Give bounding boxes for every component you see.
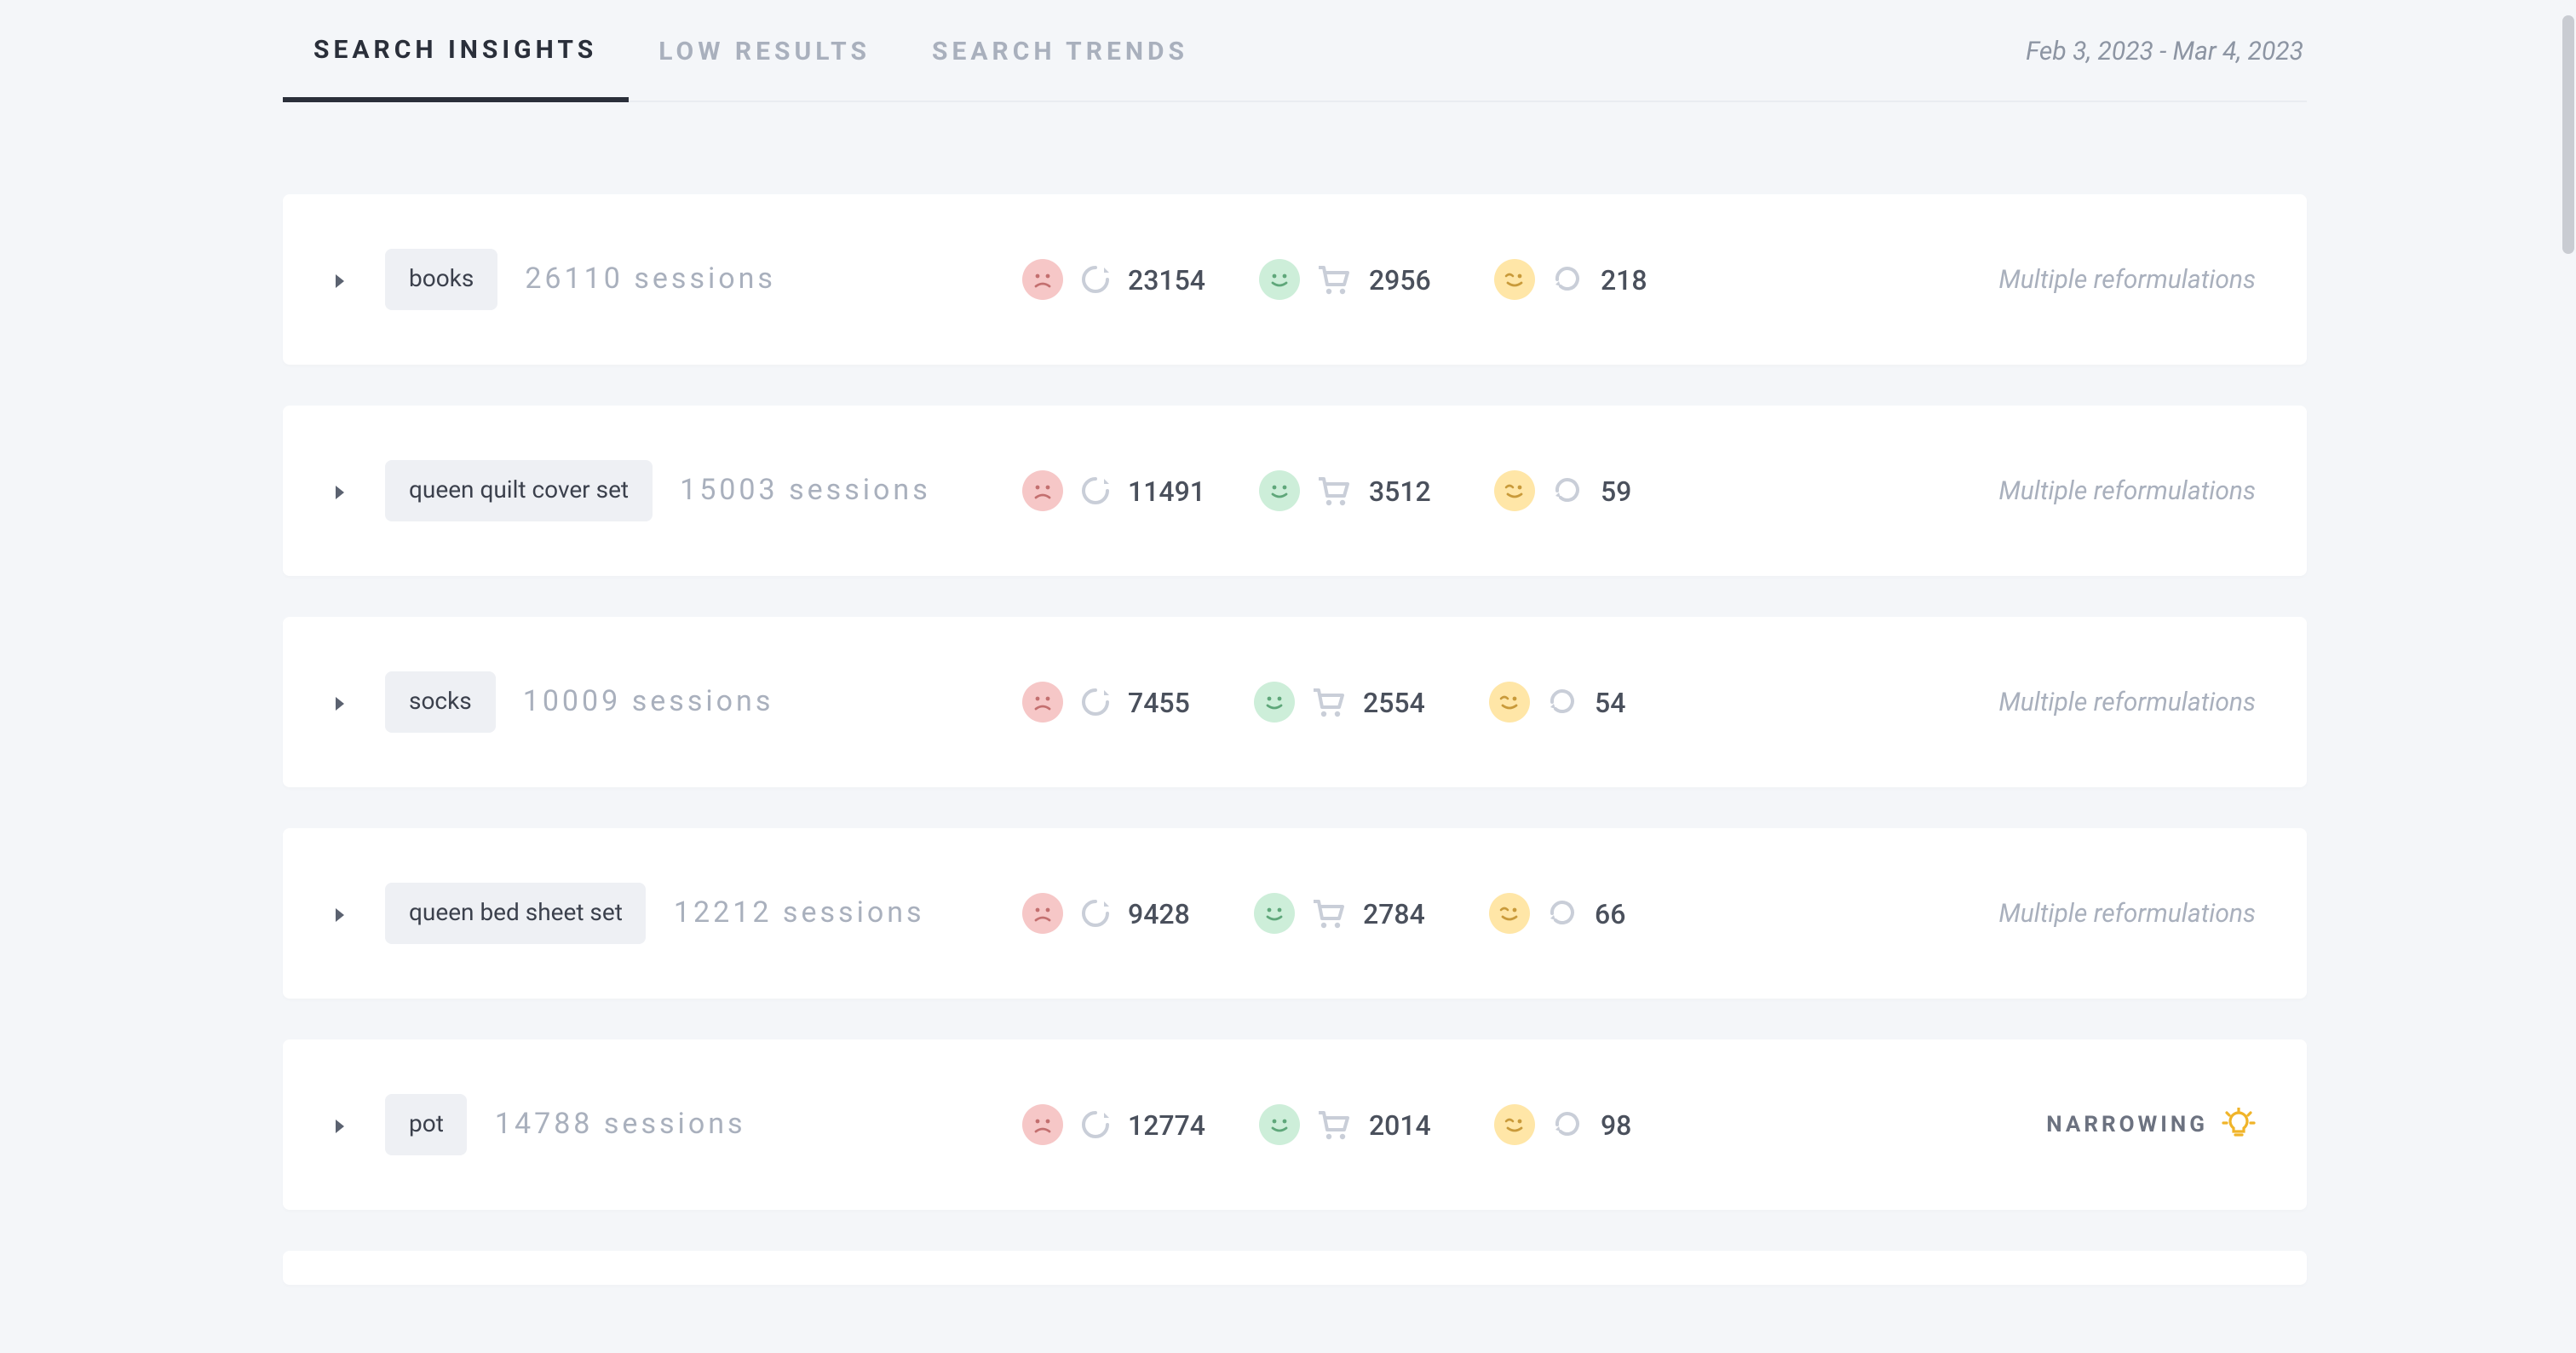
tabs-row: Search Insights Low Results Search Trend… [283, 0, 2307, 102]
wink-face-icon [1495, 470, 1536, 511]
expand-icon[interactable] [334, 273, 348, 286]
sad-face-icon [1022, 682, 1063, 723]
metric-value: 3512 [1369, 475, 1440, 507]
query-pill[interactable]: socks [385, 671, 496, 733]
sessions-count: 12212 sessions [674, 896, 925, 930]
metric-value: 59 [1601, 475, 1672, 507]
metric-cart: 2014 [1260, 1104, 1440, 1145]
query-pill[interactable]: pot [385, 1094, 468, 1155]
exit-icon [1080, 687, 1111, 717]
metric-retry: 59 [1495, 470, 1672, 511]
metric-value: 9428 [1128, 897, 1199, 930]
metric-bounce: 9428 [1022, 893, 1199, 934]
query-pill[interactable]: queen quilt cover set [385, 460, 653, 521]
sessions-count: 26110 sessions [525, 262, 776, 297]
sessions-count: 10009 sessions [523, 685, 774, 719]
metric-value: 2784 [1363, 897, 1435, 930]
insight-row: socks 10009 sessions 7455 [283, 617, 2307, 787]
metric-cart: 2956 [1260, 259, 1440, 300]
insight-row: queen quilt cover set 15003 sessions 114… [283, 406, 2307, 576]
expand-icon[interactable] [334, 1118, 348, 1131]
query-pill[interactable]: books [385, 249, 497, 310]
wink-face-icon [1489, 893, 1530, 934]
cart-icon [1318, 475, 1352, 506]
tab-search-trends[interactable]: Search Trends [901, 2, 1219, 99]
insight-row [283, 1251, 2307, 1285]
cart-icon [1318, 1109, 1352, 1140]
wink-face-icon [1489, 682, 1530, 723]
row-note: Multiple reformulations [1998, 264, 2256, 295]
cart-icon [1312, 898, 1346, 929]
cart-icon [1318, 264, 1352, 295]
insight-list: books 26110 sessions 23154 [283, 102, 2307, 1285]
scrollbar-thumb[interactable] [2562, 15, 2574, 254]
insight-row: queen bed sheet set 12212 sessions 9428 [283, 828, 2307, 999]
metric-value: 12774 [1128, 1108, 1205, 1141]
metric-bounce: 12774 [1022, 1104, 1205, 1145]
sad-face-icon [1022, 1104, 1063, 1145]
exit-icon [1080, 264, 1111, 295]
metric-value: 11491 [1128, 475, 1205, 507]
metric-retry: 218 [1495, 259, 1672, 300]
metric-value: 23154 [1128, 263, 1205, 296]
row-note-narrowing: Narrowing [2046, 1108, 2256, 1142]
happy-face-icon [1260, 470, 1301, 511]
happy-face-icon [1254, 893, 1295, 934]
sad-face-icon [1022, 259, 1063, 300]
happy-face-icon [1260, 1104, 1301, 1145]
refresh-icon [1553, 264, 1584, 295]
expand-icon[interactable] [334, 484, 348, 498]
refresh-icon [1553, 1109, 1584, 1140]
tab-low-results[interactable]: Low Results [628, 2, 901, 99]
metric-value: 54 [1595, 686, 1666, 718]
metric-cart: 2554 [1254, 682, 1435, 723]
expand-icon[interactable] [334, 907, 348, 920]
tab-search-insights[interactable]: Search Insights [283, 0, 628, 102]
insight-row: books 26110 sessions 23154 [283, 194, 2307, 365]
exit-icon [1080, 475, 1111, 506]
metric-retry: 98 [1495, 1104, 1672, 1145]
refresh-icon [1553, 475, 1584, 506]
refresh-icon [1547, 898, 1578, 929]
expand-icon[interactable] [334, 695, 348, 709]
metric-bounce: 23154 [1022, 259, 1205, 300]
row-note: Multiple reformulations [1998, 475, 2256, 506]
wink-face-icon [1495, 259, 1536, 300]
happy-face-icon [1254, 682, 1295, 723]
query-pill[interactable]: queen bed sheet set [385, 883, 647, 944]
metric-value: 2956 [1369, 263, 1440, 296]
metric-bounce: 11491 [1022, 470, 1205, 511]
cart-icon [1312, 687, 1346, 717]
metric-bounce: 7455 [1022, 682, 1199, 723]
metric-value: 2554 [1363, 686, 1435, 718]
happy-face-icon [1260, 259, 1301, 300]
row-note: Multiple reformulations [1998, 687, 2256, 717]
lightbulb-icon [2222, 1108, 2256, 1142]
metric-cart: 2784 [1254, 893, 1435, 934]
sad-face-icon [1022, 470, 1063, 511]
narrowing-label: Narrowing [2046, 1112, 2208, 1137]
metric-value: 2014 [1369, 1108, 1440, 1141]
exit-icon [1080, 898, 1111, 929]
metric-retry: 66 [1489, 893, 1666, 934]
metric-retry: 54 [1489, 682, 1666, 723]
insight-row: pot 14788 sessions 12774 [283, 1039, 2307, 1210]
metric-value: 218 [1601, 263, 1672, 296]
sad-face-icon [1022, 893, 1063, 934]
refresh-icon [1547, 687, 1578, 717]
wink-face-icon [1495, 1104, 1536, 1145]
sessions-count: 15003 sessions [680, 474, 931, 508]
row-note: Multiple reformulations [1998, 898, 2256, 929]
sessions-count: 14788 sessions [495, 1108, 746, 1142]
date-range: Feb 3, 2023 - Mar 4, 2023 [2026, 35, 2307, 66]
metric-cart: 3512 [1260, 470, 1440, 511]
metric-value: 66 [1595, 897, 1666, 930]
exit-icon [1080, 1109, 1111, 1140]
metric-value: 7455 [1128, 686, 1199, 718]
metric-value: 98 [1601, 1108, 1672, 1141]
